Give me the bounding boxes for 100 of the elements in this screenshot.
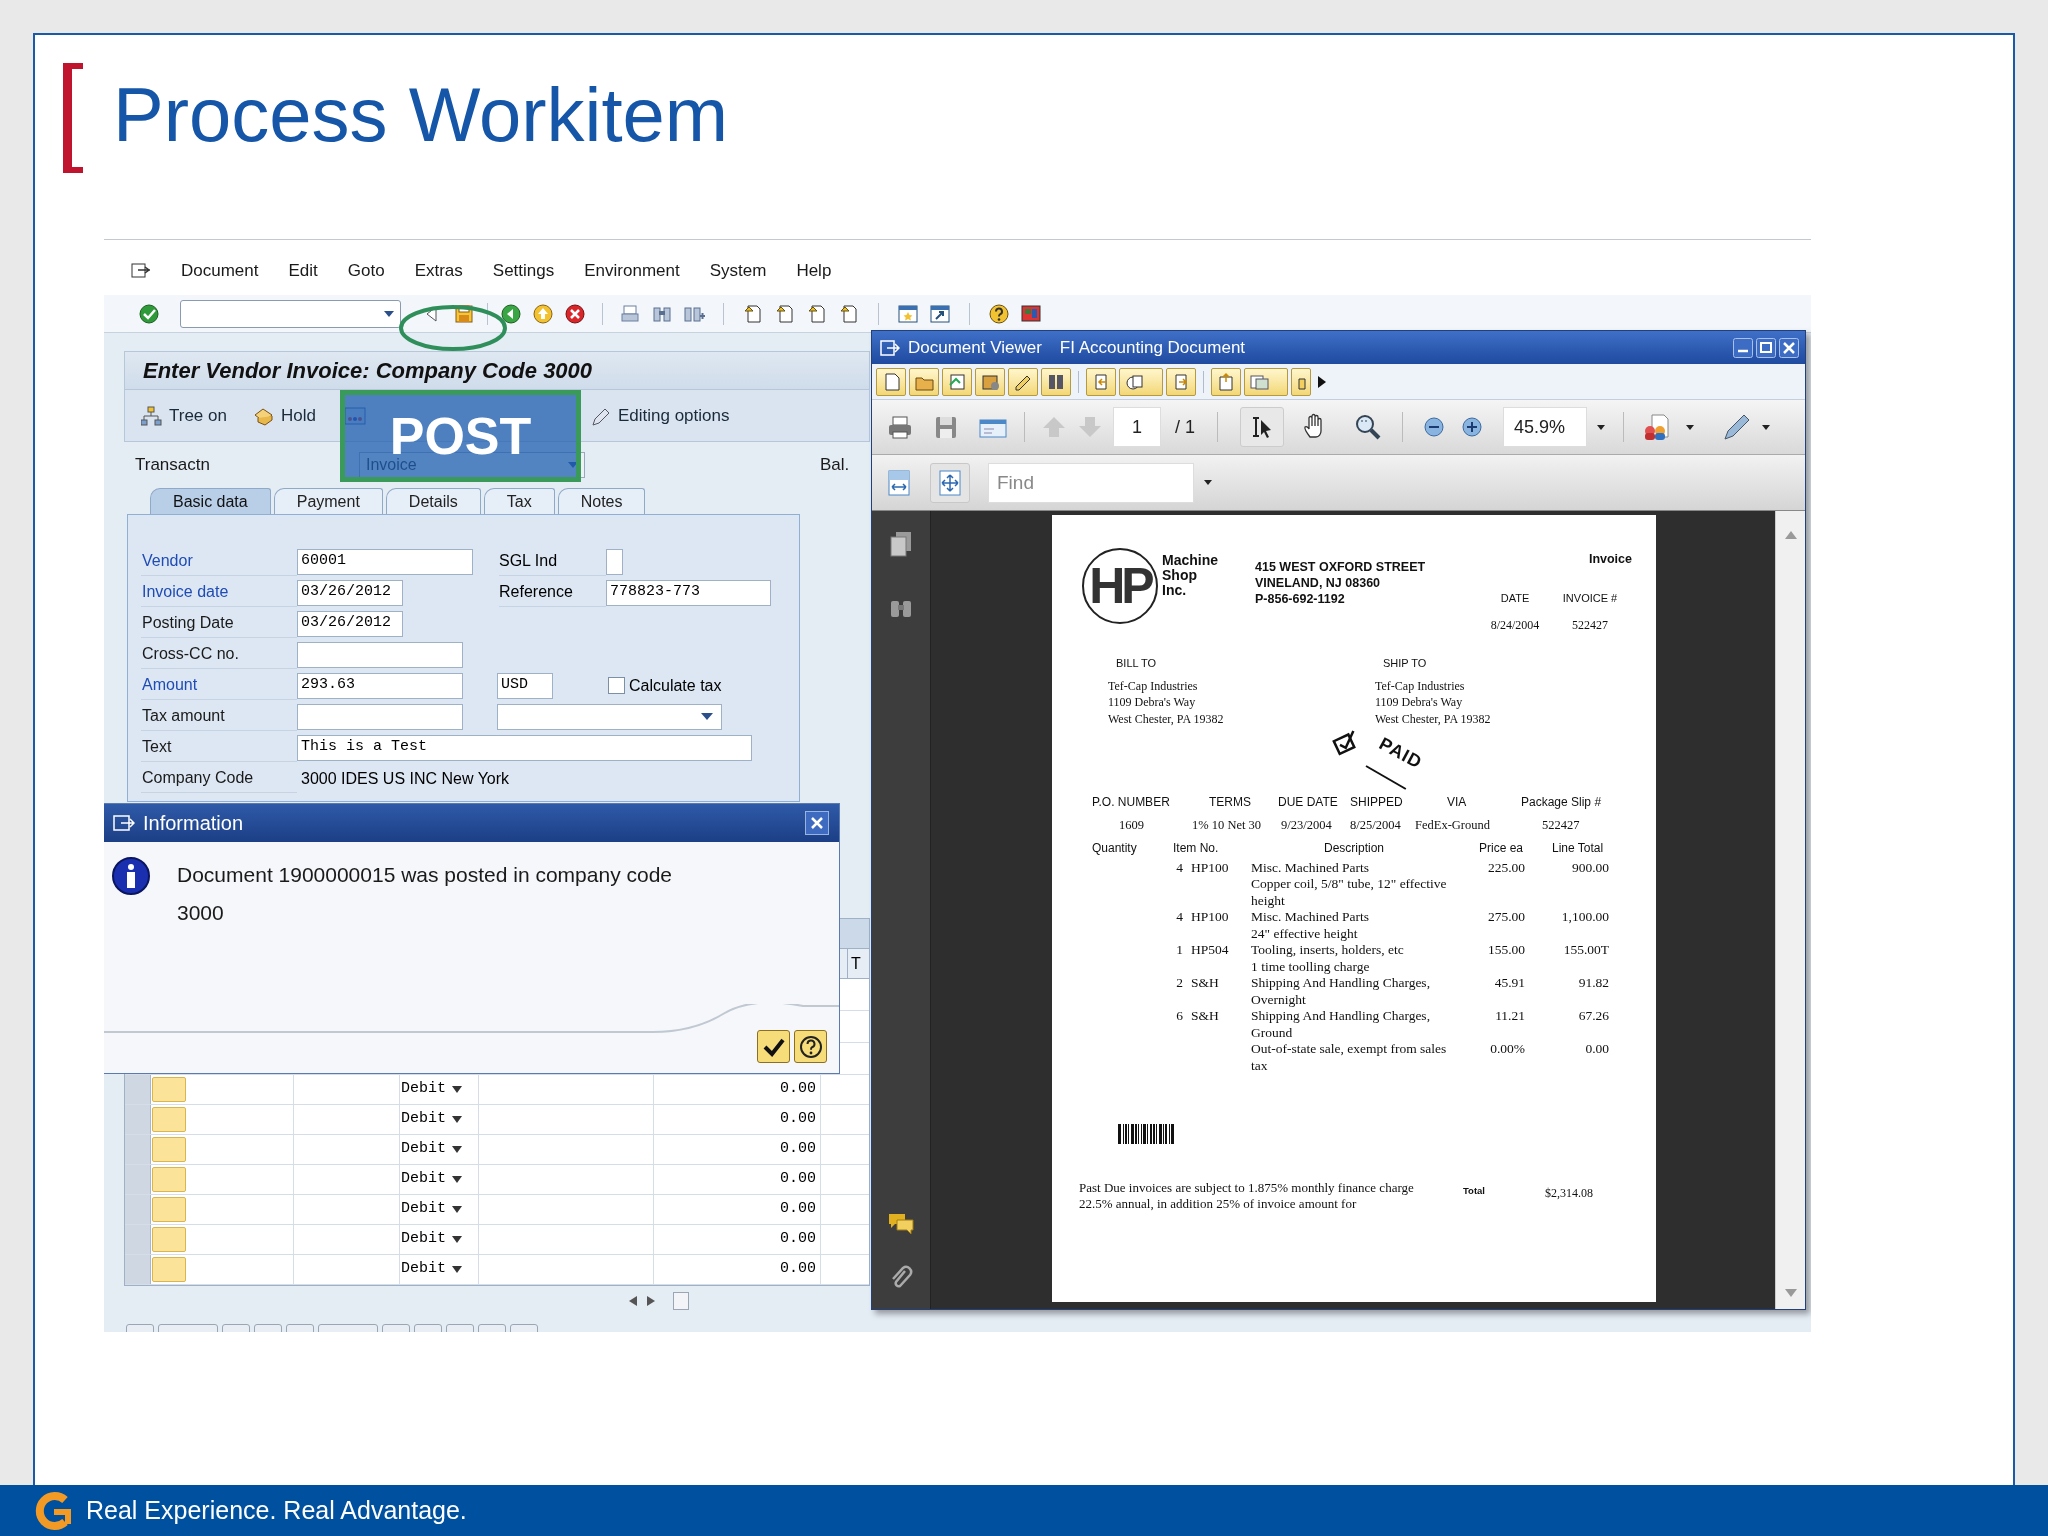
menu-item[interactable]: System: [709, 257, 767, 284]
page-arrow-icon[interactable]: [838, 302, 860, 325]
menu-item[interactable]: Settings: [492, 257, 555, 284]
input-cell[interactable]: [152, 1107, 186, 1132]
help-icon[interactable]: [988, 302, 1010, 325]
input-cell[interactable]: [152, 1227, 186, 1252]
close-button[interactable]: [1779, 337, 1799, 358]
menu-item[interactable]: Edit: [288, 257, 318, 284]
scroll-right-icon[interactable]: [647, 1296, 655, 1306]
toolbar-button[interactable]: [1008, 367, 1038, 396]
table-cell: 0.00: [654, 1195, 821, 1224]
column-header: DUE DATE: [1278, 794, 1339, 811]
scrollbar[interactable]: [1775, 511, 1805, 1309]
select-tool-button[interactable]: [1240, 407, 1284, 447]
checkbox[interactable]: Calculate tax: [608, 673, 722, 698]
input-field[interactable]: 03/26/2012: [297, 610, 403, 637]
table-cell-text: 1: [1175, 942, 1183, 960]
toolbar-button[interactable]: Editing options: [589, 402, 730, 429]
fit-page-button[interactable]: [930, 462, 970, 503]
pages-icon[interactable]: [889, 531, 913, 557]
toolbar-button[interactable]: Hold: [252, 402, 316, 429]
minimize-button[interactable]: [1733, 337, 1753, 358]
more-arrow-icon[interactable]: [1318, 375, 1326, 388]
column-header: Item No.: [1173, 839, 1220, 857]
maximize-button[interactable]: [1756, 337, 1776, 358]
address-line: West Chester, PA 19382: [1375, 710, 1491, 727]
input-field[interactable]: 60001: [297, 548, 473, 575]
tab[interactable]: Tax: [483, 488, 555, 514]
fit-width-icon[interactable]: [886, 468, 912, 497]
tab[interactable]: Notes: [557, 488, 646, 514]
tab[interactable]: Payment: [273, 488, 383, 514]
dropdown-cell[interactable]: Debit: [400, 1105, 479, 1134]
page-arrow-icon[interactable]: [742, 302, 764, 325]
zoom-field[interactable]: 45.9%: [1503, 407, 1587, 447]
screen-title: Enter Vendor Invoice: Company Code 3000: [124, 351, 870, 390]
input-cell[interactable]: [152, 1137, 186, 1162]
menu-item[interactable]: Environment: [584, 257, 680, 284]
pen-icon[interactable]: [1722, 412, 1752, 442]
dropdown-cell[interactable]: Debit: [400, 1225, 479, 1254]
find-field[interactable]: Find: [988, 462, 1194, 503]
zoom-out-icon[interactable]: [1423, 416, 1445, 438]
tab[interactable]: Basic data: [150, 488, 271, 514]
cancel-icon[interactable]: [564, 302, 586, 325]
scroll-down-icon[interactable]: [1784, 1289, 1797, 1297]
currency-field[interactable]: USD: [497, 672, 553, 699]
menu-item[interactable]: Extras: [414, 257, 463, 284]
address-label: BILL TO: [1115, 656, 1158, 671]
zoom-in-icon[interactable]: [1461, 416, 1483, 438]
comments-icon[interactable]: [887, 1211, 915, 1235]
tab[interactable]: Details: [385, 488, 481, 514]
layout-icon[interactable]: [1020, 302, 1042, 325]
input-field[interactable]: [297, 703, 463, 730]
dialog-title: Information: [143, 811, 244, 836]
scroll-thumb[interactable]: [673, 1292, 689, 1310]
input-field[interactable]: This is a Test: [297, 734, 752, 761]
table-cell-text: 8/25/2004: [1350, 817, 1402, 834]
scroll-up-icon[interactable]: [1784, 531, 1797, 539]
input-field[interactable]: 03/26/2012: [297, 579, 403, 606]
caret-icon: [452, 1176, 462, 1183]
menu-item[interactable]: Help: [796, 257, 832, 284]
dropdown-cell[interactable]: Debit: [400, 1165, 479, 1194]
dropdown-cell[interactable]: Debit: [400, 1075, 479, 1104]
scroll-left-icon[interactable]: [629, 1296, 637, 1306]
input-cell[interactable]: [152, 1197, 186, 1222]
caret-icon[interactable]: [1204, 480, 1212, 485]
caret-icon[interactable]: [1762, 424, 1770, 430]
checkbox[interactable]: [606, 548, 623, 575]
caret-icon[interactable]: [1597, 424, 1605, 430]
description-text: Tooling, inserts, holders, etc: [1251, 942, 1405, 959]
menu-icon[interactable]: [131, 261, 151, 280]
close-button[interactable]: [805, 811, 829, 835]
input-cell[interactable]: [152, 1077, 186, 1102]
command-field[interactable]: [180, 299, 401, 328]
page-arrow-icon[interactable]: [806, 302, 828, 325]
toolbar-button[interactable]: [1041, 367, 1071, 396]
help-button[interactable]: [794, 1030, 827, 1063]
page-number-field[interactable]: 1: [1113, 407, 1161, 447]
caret-icon[interactable]: [1686, 424, 1694, 430]
check-icon[interactable]: [138, 302, 160, 325]
page-arrow-icon[interactable]: [774, 302, 796, 325]
print-icon[interactable]: [619, 302, 641, 325]
input-cell[interactable]: [152, 1167, 186, 1192]
table-cell-text: S&H: [1190, 1008, 1220, 1026]
shortcut-icon[interactable]: [929, 302, 951, 325]
dropdown-field[interactable]: [497, 703, 722, 730]
ok-button[interactable]: [757, 1030, 790, 1063]
description-text: Copper coil, 5/8" tube, 12" effective height: [1251, 876, 1448, 910]
input-field[interactable]: [297, 641, 463, 668]
dropdown-cell[interactable]: Debit: [400, 1135, 479, 1164]
new-window-icon[interactable]: [897, 302, 919, 325]
input-field[interactable]: 778823-773: [606, 579, 771, 606]
dropdown-cell[interactable]: Debit: [400, 1255, 479, 1284]
toolbar-button[interactable]: Tree on: [141, 402, 227, 429]
menu-item[interactable]: Document: [181, 257, 259, 284]
menu-item[interactable]: Goto: [347, 257, 385, 284]
dropdown-cell[interactable]: Debit: [400, 1195, 479, 1224]
input-field[interactable]: 293.63: [297, 672, 463, 699]
zoom-icon[interactable]: [1354, 413, 1382, 441]
column-header: SHIPPED: [1350, 794, 1404, 811]
input-cell[interactable]: [152, 1257, 186, 1282]
